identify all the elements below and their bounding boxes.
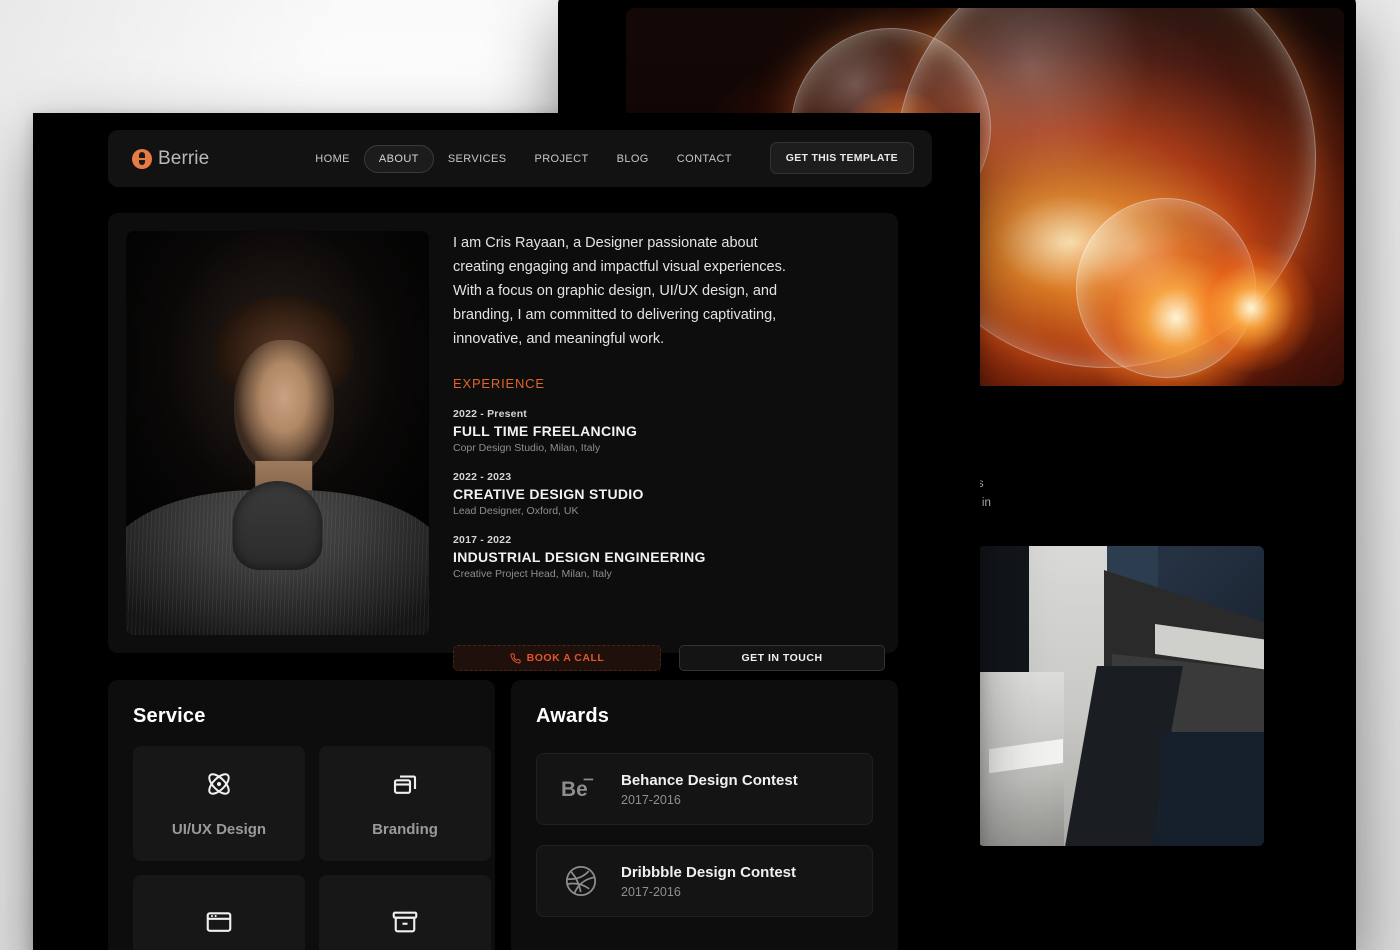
service-card-label: UI/UX Design <box>171 821 267 838</box>
dribbble-icon <box>559 864 603 898</box>
nav-item-about[interactable]: ABOUT <box>363 144 434 173</box>
cta-row: BOOK A CALL GET IN TOUCH <box>453 645 885 671</box>
bio-column: I am Cris Rayaan, a Designer passionate … <box>453 231 873 580</box>
brand-name: Berrie <box>158 147 210 169</box>
service-panel: Service UI/UX Design Branding <box>108 680 495 950</box>
nav-links: HOME ABOUT SERVICES PROJECT BLOG CONTACT <box>301 144 746 173</box>
award-item-dribbble[interactable]: Dribbble Design Contest 2017-2016 <box>536 845 873 917</box>
nav-item-project[interactable]: PROJECT <box>520 146 602 172</box>
experience-year: 2022 - Present <box>453 408 528 420</box>
experience-title: FULL TIME FREELANCING <box>453 423 638 439</box>
designer-portrait-image <box>126 231 429 635</box>
awards-panel-title: Awards <box>536 705 610 727</box>
behance-icon: Be <box>559 775 603 803</box>
navbar: Berrie HOME ABOUT SERVICES PROJECT BLOG … <box>108 130 932 187</box>
phone-icon <box>510 652 521 664</box>
service-card-uiux[interactable]: UI/UX Design <box>133 746 305 861</box>
experience-heading: EXPERIENCE <box>453 376 545 391</box>
award-item-behance[interactable]: Be Behance Design Contest 2017-2016 <box>536 753 873 825</box>
service-grid: UI/UX Design Branding <box>133 746 491 950</box>
experience-subtitle: Lead Designer, Oxford, UK <box>453 505 579 517</box>
layers-icon <box>390 769 420 799</box>
get-in-touch-button[interactable]: GET IN TOUCH <box>679 645 885 671</box>
experience-item: 2022 - Present FULL TIME FREELANCING Cop… <box>453 408 873 454</box>
experience-year: 2017 - 2022 <box>453 534 512 546</box>
book-a-call-label: BOOK A CALL <box>526 652 605 664</box>
foreground-browser-window[interactable]: Berrie HOME ABOUT SERVICES PROJECT BLOG … <box>33 113 980 950</box>
light-flare <box>1186 243 1316 373</box>
service-card-three[interactable] <box>133 875 305 950</box>
nav-item-blog[interactable]: BLOG <box>603 146 663 172</box>
about-hero-card: I am Cris Rayaan, a Designer passionate … <box>108 213 898 671</box>
experience-title: INDUSTRIAL DESIGN ENGINEERING <box>453 549 706 565</box>
award-name: Dribbble Design Contest <box>621 863 797 881</box>
nav-item-services[interactable]: SERVICES <box>434 146 521 172</box>
archive-box-icon <box>390 907 420 937</box>
experience-title: CREATIVE DESIGN STUDIO <box>453 486 644 502</box>
book-a-call-button[interactable]: BOOK A CALL <box>453 645 661 671</box>
get-this-template-button[interactable]: GET THIS TEMPLATE <box>769 142 914 174</box>
berrie-logo-icon <box>132 148 152 169</box>
svg-text:Be: Be <box>561 778 588 801</box>
experience-item: 2022 - 2023 CREATIVE DESIGN STUDIO Lead … <box>453 471 873 517</box>
nav-item-contact[interactable]: CONTACT <box>663 146 746 172</box>
service-card-label: Branding <box>372 821 438 838</box>
architecture-image <box>978 546 1264 846</box>
experience-subtitle: Creative Project Head, Milan, Italy <box>453 568 612 580</box>
awards-panel: Awards Be Behance Design Contest 2017-20… <box>511 680 898 950</box>
award-name: Behance Design Contest <box>621 771 798 789</box>
experience-year: 2022 - 2023 <box>453 471 512 483</box>
nav-item-home[interactable]: HOME <box>301 146 364 172</box>
award-year: 2017-2016 <box>621 792 681 807</box>
experience-item: 2017 - 2022 INDUSTRIAL DESIGN ENGINEERIN… <box>453 534 873 580</box>
award-year: 2017-2016 <box>621 884 681 899</box>
experience-subtitle: Copr Design Studio, Milan, Italy <box>453 442 601 454</box>
service-panel-title: Service <box>133 705 206 727</box>
brand-logo[interactable]: Berrie <box>132 148 209 170</box>
service-card-four[interactable] <box>319 875 491 950</box>
browser-window-icon <box>204 907 234 937</box>
atom-icon <box>204 769 234 799</box>
bio-paragraph: I am Cris Rayaan, a Designer passionate … <box>453 235 786 347</box>
service-card-branding[interactable]: Branding <box>319 746 491 861</box>
awards-list: Be Behance Design Contest 2017-2016 Drib… <box>536 753 873 917</box>
